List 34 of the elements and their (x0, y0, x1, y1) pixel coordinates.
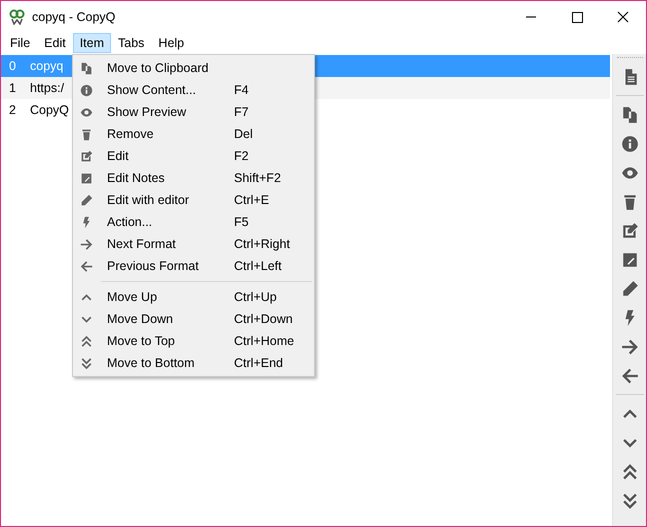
row-index: 2 (8, 103, 17, 117)
shortcut-label: F5 (234, 215, 249, 229)
shortcut-label: Ctrl+End (234, 356, 283, 370)
row-text: copyq (30, 59, 64, 73)
row-text: https:/ (30, 81, 64, 95)
shortcut-label: Ctrl+Up (234, 290, 277, 304)
shortcut-label: Ctrl+Down (234, 312, 293, 326)
shortcut-label: F2 (234, 149, 249, 163)
menu-item-label: Edit (107, 149, 130, 163)
shortcut-label: Shift+F2 (234, 171, 281, 185)
shortcut-label: Ctrl+Home (234, 334, 294, 348)
menu-item-label: Move to Clipboard (107, 61, 210, 75)
menu-item-label: Show Content... (107, 83, 197, 97)
menu-item-label: Remove (107, 127, 155, 141)
shortcut-label: F4 (234, 83, 249, 97)
menu-item-label: Move to Top (107, 334, 176, 348)
menu-item-label: Move to Bottom (107, 356, 196, 370)
shortcut-label: F7 (234, 105, 249, 119)
row-text: CopyQ (30, 103, 69, 117)
shortcut-label: Del (234, 127, 253, 141)
menu-item-label: Edit with editor (107, 193, 190, 207)
menu-item-label: Previous Format (107, 259, 200, 273)
row-index: 1 (8, 81, 17, 95)
shortcut-label: Ctrl+E (234, 193, 270, 207)
menu-item-label: Action... (107, 215, 154, 229)
row-index: 0 (8, 59, 17, 73)
menu-item-label: Edit Notes (107, 171, 166, 185)
menu-item-label: Move Up (107, 290, 158, 304)
window-title: copyq - CopyQ (32, 10, 116, 24)
menu-item-label: Move Down (107, 312, 174, 326)
shortcut-label: Ctrl+Left (234, 259, 282, 273)
menu-item-label: Show Preview (107, 105, 188, 119)
menu-item-label: Next Format (107, 237, 177, 251)
shortcut-label: Ctrl+Right (234, 237, 290, 251)
